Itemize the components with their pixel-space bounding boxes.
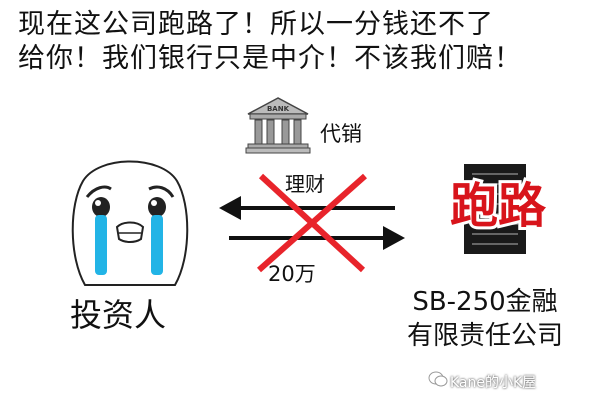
amount-label: 20万 (268, 262, 316, 286)
company-name-line-1: SB-250金融 (412, 287, 558, 317)
wechat-icon (428, 371, 448, 387)
bank-role-label: 代销 (320, 122, 362, 146)
investor-label: 投资人 (70, 296, 167, 334)
tear-right (151, 215, 163, 275)
caption-line-1: 现在这公司跑路了！所以一分钱还不了 (18, 9, 494, 40)
caption-line-2: 给你！我们银行只是中介！不该我们赔！ (18, 43, 522, 74)
company-name: SB-250金融 有限责任公司 (385, 285, 585, 353)
crying-face-icon (71, 160, 189, 286)
company-name-line-2: 有限责任公司 (406, 321, 563, 351)
tear-left (95, 215, 107, 275)
bank-sign-text: BANK (267, 105, 290, 113)
wealth-product-label: 理财 (285, 172, 325, 196)
arrow-right-head (383, 226, 405, 250)
meme-caption: 现在这公司跑路了！所以一分钱还不了 给你！我们银行只是中介！不该我们赔！ (18, 8, 588, 76)
company-building-icon: 跑路 (447, 164, 550, 254)
arrow-left-head (219, 196, 241, 220)
runaway-stamp-text: 跑路 (450, 178, 547, 234)
bank-icon: BANK (245, 97, 311, 154)
watermark-text: Kane的小K屋 (450, 375, 537, 391)
